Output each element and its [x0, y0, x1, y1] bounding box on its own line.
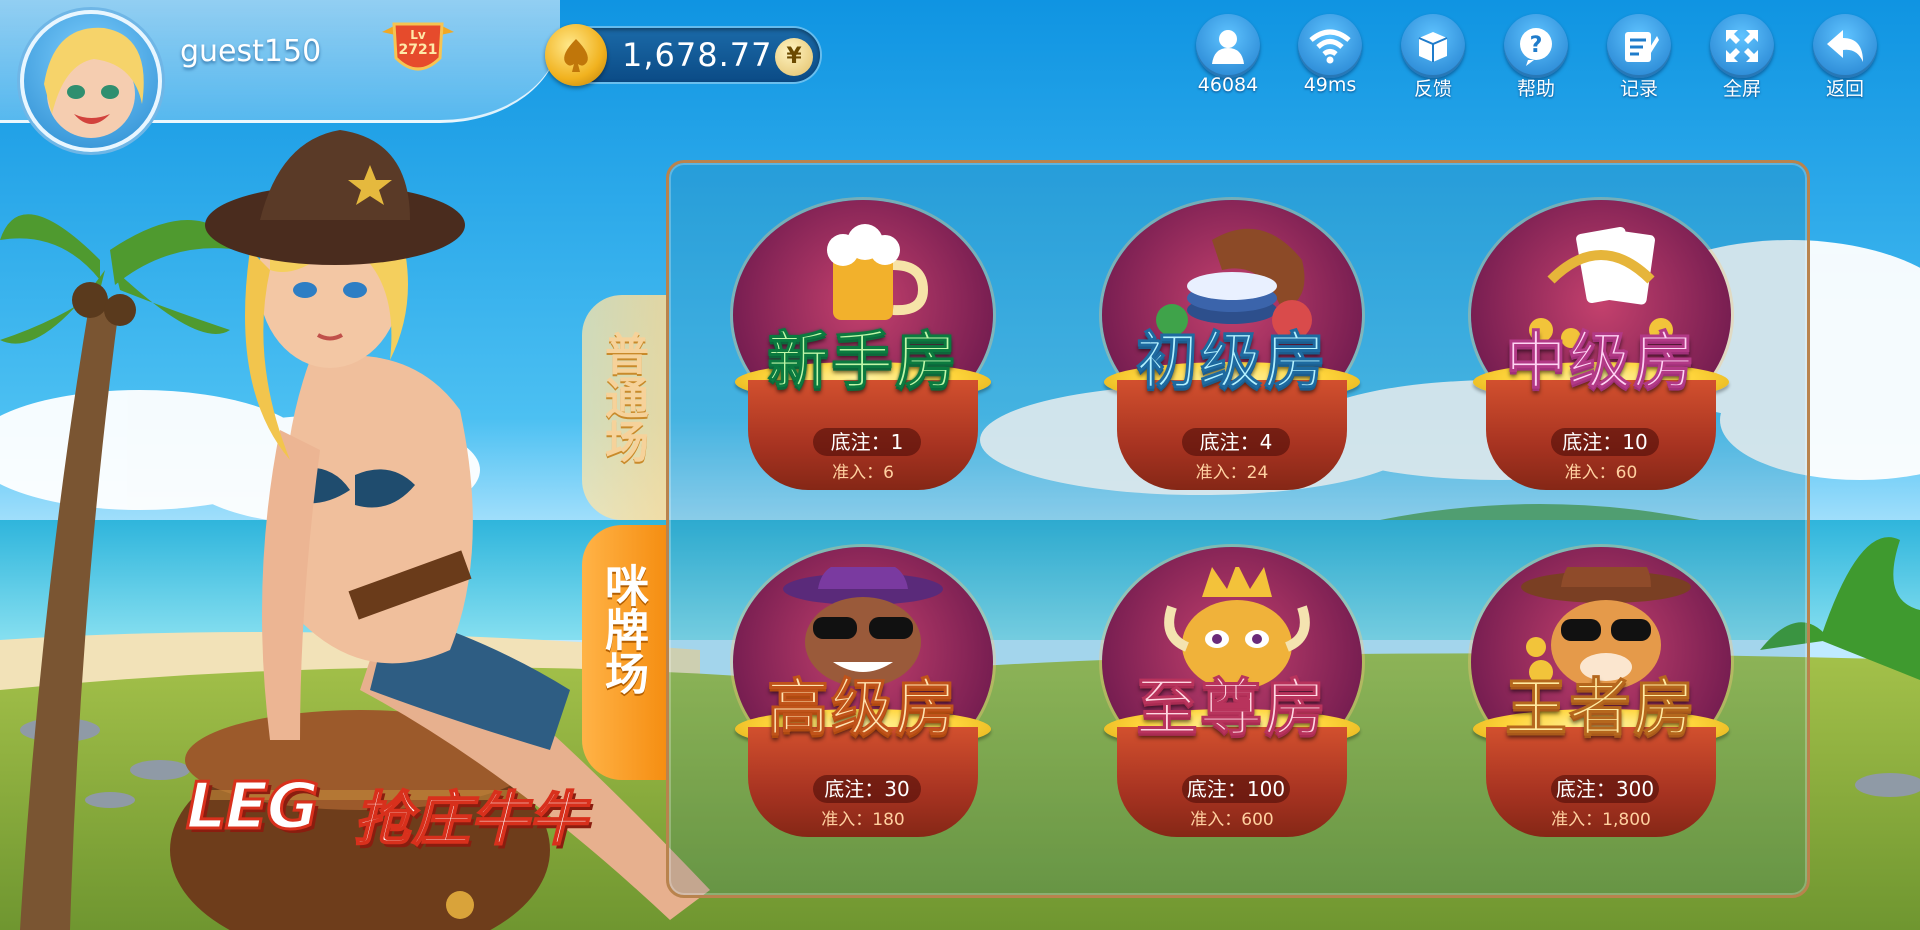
room-name: 王者房 [1504, 671, 1697, 745]
avatar[interactable] [20, 10, 162, 152]
room-entry-requirement: 准入：1,800 [1551, 810, 1651, 830]
room-card-novice[interactable]: 新手房 底注：1 准入：6 [703, 200, 1003, 520]
fullscreen-label: 全屏 [1722, 78, 1761, 100]
level-badge: Lv 2721 [378, 18, 458, 80]
fullscreen-icon [1710, 14, 1774, 78]
avatar-face-image [44, 27, 144, 138]
help-label: 帮助 [1516, 78, 1555, 100]
tab-normal-label: 普通场 [597, 331, 648, 463]
level-prefix: Lv [410, 28, 426, 42]
wifi-icon [1298, 14, 1362, 78]
help-icon: ? [1504, 14, 1568, 78]
room-name: 中级房 [1504, 324, 1697, 398]
online-players-button[interactable]: 46084 [1188, 14, 1268, 100]
room-entry-requirement: 准入：600 [1190, 810, 1274, 830]
room-entry-requirement: 准入：180 [821, 810, 905, 830]
players-icon [1196, 14, 1260, 78]
room-card-advanced[interactable]: 高级房 底注：30 准入：180 [703, 547, 1003, 867]
room-card-intermediate[interactable]: 中级房 底注：10 准入：60 [1441, 200, 1741, 520]
room-card-beginner[interactable]: 初级房 底注：4 准入：24 [1072, 200, 1372, 520]
feedback-icon [1401, 14, 1465, 78]
room-card-supreme[interactable]: 至尊房 底注：100 准入：600 [1072, 547, 1372, 867]
room-card-king[interactable]: 王者房 底注：300 准入：1,800 [1441, 547, 1741, 867]
room-name: 至尊房 [1135, 671, 1328, 745]
feedback-label: 反馈 [1413, 78, 1452, 100]
tab-mi-card-room[interactable]: 咪牌场 [582, 525, 668, 780]
back-button[interactable]: 返回 [1805, 14, 1885, 100]
spade-coin-icon [564, 39, 588, 72]
room-base-bet: 底注：4 [1182, 428, 1290, 456]
records-button[interactable]: 记录 [1599, 14, 1679, 100]
room-entry-requirement: 准入：60 [1564, 463, 1638, 483]
fullscreen-button[interactable]: 全屏 [1702, 14, 1782, 100]
tab-normal-room[interactable]: 普通场 [582, 295, 668, 520]
online-players-label: 46084 [1197, 74, 1259, 96]
tab-mi-card-label: 咪牌场 [597, 563, 648, 695]
level-number: 2721 [398, 42, 438, 58]
recharge-button[interactable]: ¥ [775, 38, 813, 76]
room-entry-requirement: 准入：6 [832, 463, 894, 483]
balance-value: 1,678.77 [622, 36, 773, 74]
feedback-button[interactable]: 反馈 [1393, 14, 1473, 100]
record-icon [1607, 14, 1671, 78]
network-latency-button[interactable]: 49ms [1290, 14, 1370, 100]
room-base-bet: 底注：10 [1551, 428, 1659, 456]
room-base-bet: 底注：1 [813, 428, 921, 456]
logo-title: 抢庄牛牛 [353, 784, 587, 854]
logo-latin: LEG [184, 769, 320, 846]
room-name: 高级房 [766, 671, 959, 745]
room-name: 初级房 [1135, 324, 1328, 398]
username: guest150 [180, 34, 322, 69]
help-button[interactable]: ? 帮助 [1496, 14, 1576, 100]
room-base-bet: 底注：100 [1182, 775, 1290, 803]
records-label: 记录 [1619, 78, 1658, 100]
svg-text:?: ? [1530, 33, 1543, 58]
back-label: 返回 [1825, 78, 1864, 100]
room-entry-requirement: 准入：24 [1195, 463, 1269, 483]
back-icon [1813, 14, 1877, 78]
latency-label: 49ms [1303, 74, 1357, 96]
coin-icon [545, 24, 607, 86]
room-name: 新手房 [766, 324, 959, 398]
room-base-bet: 底注：30 [813, 775, 921, 803]
room-base-bet: 底注：300 [1551, 775, 1659, 803]
